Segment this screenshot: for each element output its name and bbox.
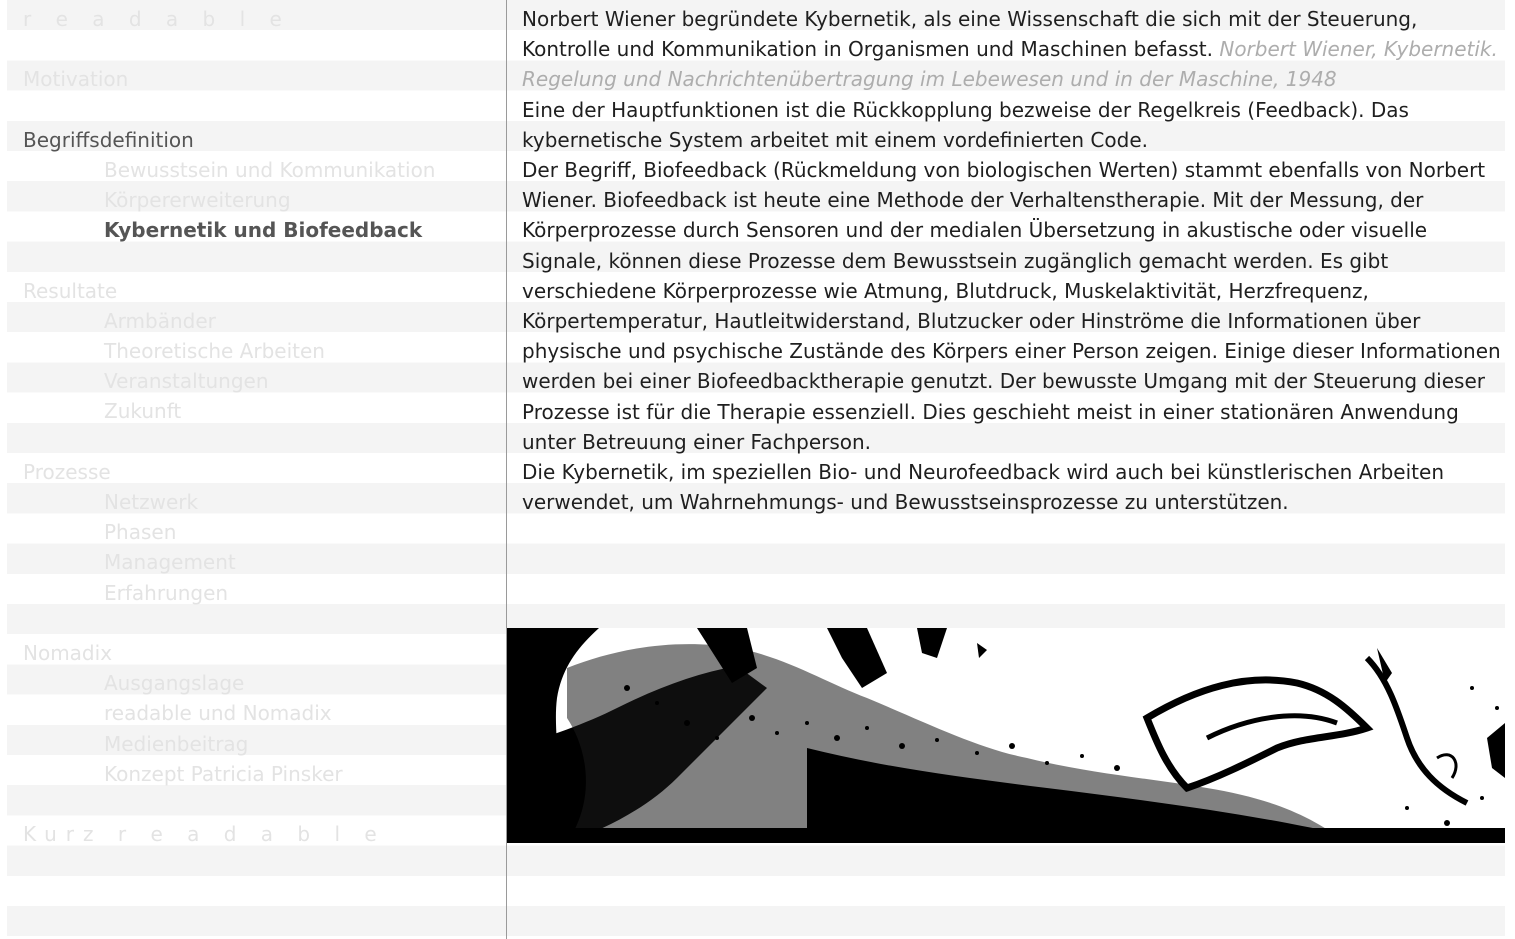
nav-item-armbaender[interactable]: Armbänder <box>7 306 502 336</box>
nav-item-ausgangslage[interactable]: Ausgangslage <box>7 668 502 698</box>
nav-item-netzwerk[interactable]: Netzwerk <box>7 487 502 517</box>
nav-item-management[interactable]: Management <box>7 547 502 577</box>
high-contrast-image <box>507 628 1505 843</box>
nav-item-motivation[interactable]: Motivation <box>7 64 502 94</box>
biofeedback-photo <box>507 628 1505 843</box>
sidebar-navigation: r e a d a b l e Motivation Begriffsdefin… <box>7 4 502 849</box>
nav-item-theoretische-arbeiten[interactable]: Theoretische Arbeiten <box>7 336 502 366</box>
article-content: Norbert Wiener begründete Kybernetik, al… <box>522 4 1504 517</box>
nav-item-medienbeitrag[interactable]: Medienbeitrag <box>7 729 502 759</box>
nav-item-zukunft[interactable]: Zukunft <box>7 396 502 426</box>
nav-item-readable-und-nomadix[interactable]: readable und Nomadix <box>7 698 502 728</box>
page-margin-left <box>0 0 7 939</box>
article-paragraph: Die Kybernetik, im speziellen Bio- und N… <box>522 460 1444 515</box>
nav-section-prozesse[interactable]: Prozesse <box>7 457 502 487</box>
nav-item-phasen[interactable]: Phasen <box>7 517 502 547</box>
article-paragraph: Der Begriff, Biofeedback (Rückmeldung vo… <box>522 158 1501 454</box>
article-paragraph: Norbert Wiener begründete Kybernetik, al… <box>522 4 1504 95</box>
nav-section-nomadix[interactable]: Nomadix <box>7 638 502 668</box>
nav-item-veranstaltungen[interactable]: Veranstaltungen <box>7 366 502 396</box>
nav-item-erfahrungen[interactable]: Erfahrungen <box>7 578 502 608</box>
nav-item-bewusstsein-und-kommunikation[interactable]: Bewusstsein und Kommunikation <box>7 155 502 185</box>
page-margin-right <box>1505 0 1515 939</box>
site-title-link[interactable]: r e a d a b l e <box>7 4 502 34</box>
article-paragraph: Eine der Hauptfunktionen ist die Rückkop… <box>522 97 1409 152</box>
nav-item-konzept-patricia-pinsker[interactable]: Konzept Patricia Pinsker <box>7 759 502 789</box>
nav-item-kurz-readable[interactable]: Kurz r e a d a b l e <box>7 819 502 849</box>
nav-section-resultate[interactable]: Resultate <box>7 276 502 306</box>
nav-section-begriffsdefinition[interactable]: Begriffsdefinition <box>7 125 502 155</box>
nav-item-koerpererweiterung[interactable]: Körpererweiterung <box>7 185 502 215</box>
nav-item-kybernetik-und-biofeedback[interactable]: Kybernetik und Biofeedback <box>7 215 502 245</box>
